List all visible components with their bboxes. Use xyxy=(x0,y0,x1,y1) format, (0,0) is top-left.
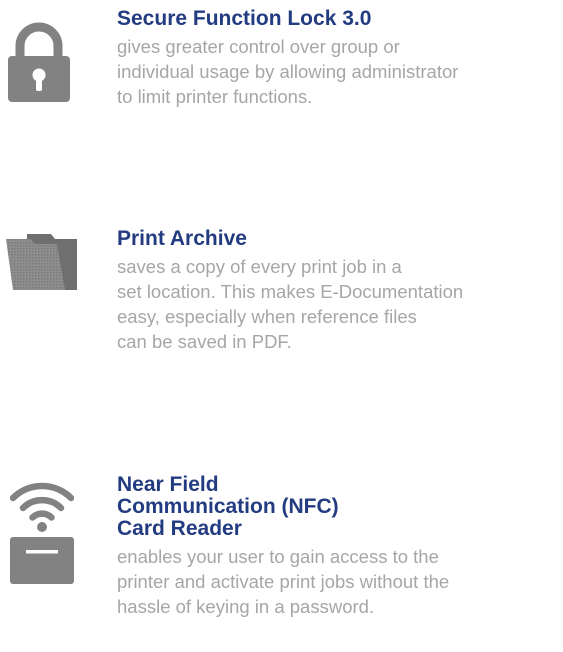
feature-description-line: set location. This makes E-Documentation xyxy=(117,281,464,302)
feature-title-line: Near Field xyxy=(117,473,219,496)
feature-list: Secure Function Lock 3.0 gives greater c… xyxy=(0,0,563,652)
folder-icon xyxy=(5,230,81,297)
feature-description-line: saves a copy of every print job in a xyxy=(117,256,402,277)
feature-description: enables your user to gain access to the … xyxy=(117,544,559,619)
feature-description-line: easy, especially when reference files xyxy=(117,306,417,327)
feature-title: Near Field Communication (NFC) Card Read… xyxy=(117,474,559,540)
feature-description-line: printer and activate print jobs without … xyxy=(117,571,450,592)
lock-icon xyxy=(8,22,70,107)
feature-description: gives greater control over group or indi… xyxy=(117,34,559,109)
feature-title-line: Communication (NFC) xyxy=(117,495,339,518)
feature-description-line: individual usage by allowing administrat… xyxy=(117,61,459,82)
feature-title-line: Card Reader xyxy=(117,517,242,540)
feature-description-line: can be saved in PDF. xyxy=(117,331,292,352)
feature-title-line: Print Archive xyxy=(117,227,247,250)
feature-title: Print Archive xyxy=(117,228,559,250)
feature-title-line: Secure Function Lock 3.0 xyxy=(117,7,372,30)
feature-description: saves a copy of every print job in a set… xyxy=(117,254,559,354)
feature-description-line: hassle of keying in a password. xyxy=(117,596,375,617)
nfc-card-reader-icon xyxy=(9,475,75,590)
feature-description-line: to limit printer functions. xyxy=(117,86,313,107)
feature-description-line: gives greater control over group or xyxy=(117,36,400,57)
feature-title: Secure Function Lock 3.0 xyxy=(117,8,559,30)
feature-description-line: enables your user to gain access to the xyxy=(117,546,439,567)
